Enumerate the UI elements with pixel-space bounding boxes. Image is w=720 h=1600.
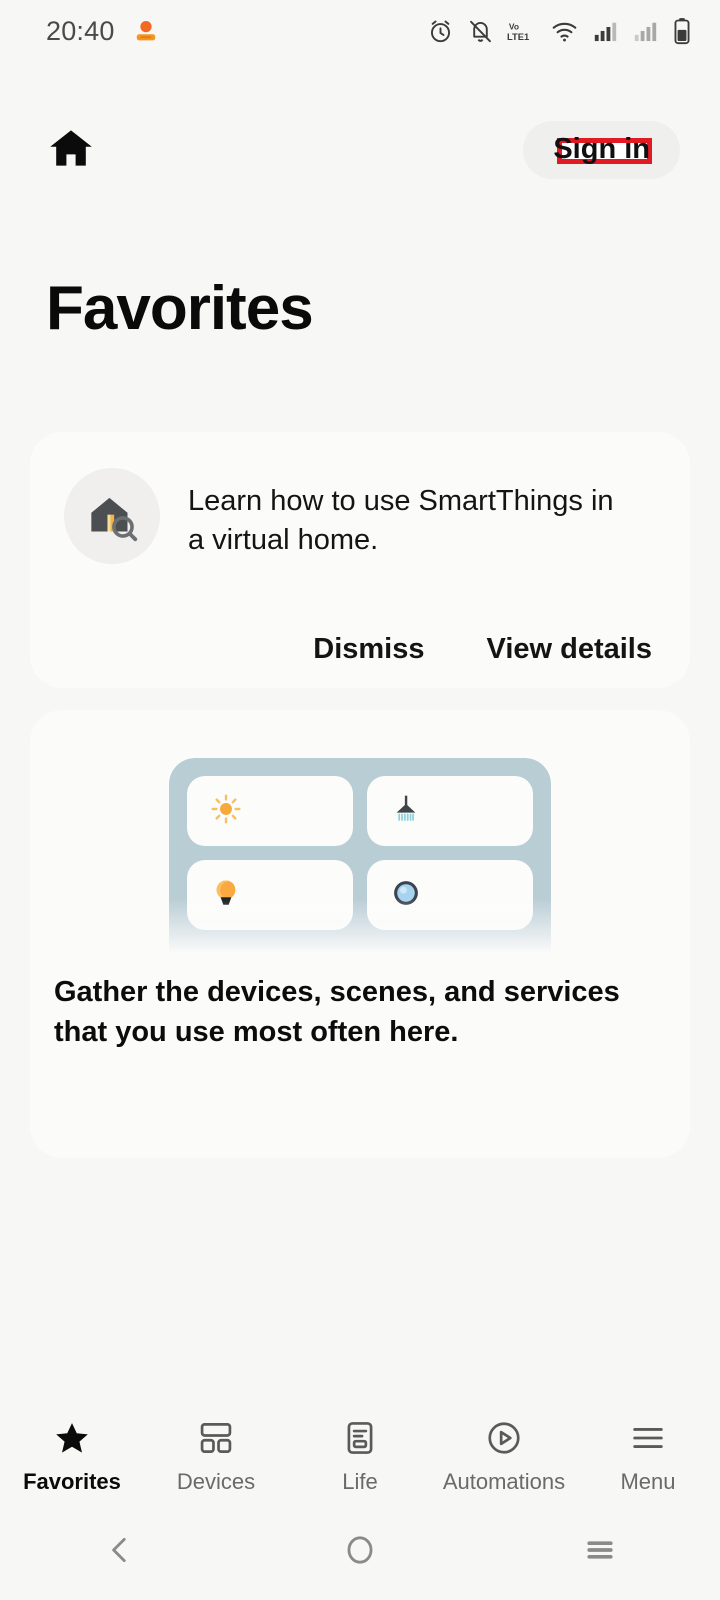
notification-orange-icon bbox=[133, 18, 159, 44]
tip-card-actions: Dismiss View details bbox=[313, 633, 652, 666]
sun-icon bbox=[209, 792, 243, 831]
alarm-icon bbox=[427, 18, 454, 45]
status-bar-clock: 20:40 bbox=[46, 15, 115, 46]
app-bar: Sign in bbox=[0, 100, 720, 200]
devices-grid-icon bbox=[197, 1419, 235, 1462]
system-recents-button[interactable] bbox=[480, 1533, 720, 1572]
tip-card-body: Learn how to use SmartThings in a virtua… bbox=[30, 432, 690, 564]
virtual-home-search-icon bbox=[64, 468, 160, 564]
bottom-navigation: Favorites Devices Life Automations Menu bbox=[0, 1408, 720, 1504]
illustration-panel bbox=[169, 758, 551, 953]
play-circle-icon bbox=[485, 1419, 523, 1462]
light-bulb-icon bbox=[209, 876, 243, 915]
svg-text:LTE1: LTE1 bbox=[507, 31, 529, 41]
nav-label-life: Life bbox=[342, 1469, 378, 1494]
system-back-button[interactable] bbox=[0, 1533, 240, 1572]
dismiss-button[interactable]: Dismiss bbox=[313, 633, 424, 666]
nav-item-life[interactable]: Life bbox=[288, 1419, 432, 1493]
life-card-icon bbox=[341, 1419, 379, 1462]
illustration-cell bbox=[187, 860, 353, 930]
illustration-cell bbox=[367, 860, 533, 930]
tip-card[interactable]: Learn how to use SmartThings in a virtua… bbox=[30, 432, 690, 688]
nav-label-automations: Automations bbox=[442, 1469, 566, 1494]
view-details-button[interactable]: View details bbox=[487, 633, 653, 666]
status-bar-left: 20:40 bbox=[46, 16, 159, 47]
star-icon bbox=[53, 1419, 91, 1462]
system-navigation-bar bbox=[0, 1504, 720, 1600]
phone-screen: 20:40 Vo LTE1 Sign in Favorites Learn ho… bbox=[0, 0, 720, 1600]
favorites-empty-caption: Gather the devices, scenes, and services… bbox=[54, 976, 620, 1049]
illustration-grid bbox=[187, 776, 533, 930]
home-button[interactable] bbox=[40, 119, 102, 181]
nav-label-favorites: Favorites bbox=[23, 1469, 121, 1494]
favorites-empty-card: Gather the devices, scenes, and services… bbox=[30, 710, 690, 1158]
home-icon bbox=[47, 124, 95, 177]
nav-item-automations[interactable]: Automations bbox=[432, 1419, 576, 1493]
sign-in-button[interactable]: Sign in bbox=[523, 121, 680, 179]
nav-label-devices: Devices bbox=[176, 1469, 256, 1494]
signal-sim1-icon bbox=[592, 18, 619, 45]
volte1-icon: Vo LTE1 bbox=[507, 18, 537, 45]
sign-in-label: Sign in bbox=[553, 133, 650, 166]
home-circle-icon bbox=[343, 1533, 377, 1572]
back-chevron-icon bbox=[103, 1533, 137, 1572]
recents-lines-icon bbox=[583, 1533, 617, 1572]
page-title: Favorites bbox=[46, 274, 314, 343]
illustration-cell bbox=[367, 776, 533, 846]
illustration-cell bbox=[187, 776, 353, 846]
mute-icon bbox=[467, 18, 494, 45]
system-home-button[interactable] bbox=[240, 1533, 480, 1572]
status-bar: 20:40 Vo LTE1 bbox=[0, 0, 720, 62]
hamburger-menu-icon bbox=[629, 1419, 667, 1462]
nav-item-favorites[interactable]: Favorites bbox=[0, 1419, 144, 1493]
sensor-button-icon bbox=[389, 876, 423, 915]
nav-label-menu: Menu bbox=[620, 1469, 676, 1494]
signal-sim2-icon bbox=[632, 18, 659, 45]
nav-item-menu[interactable]: Menu bbox=[576, 1419, 720, 1493]
svg-text:Vo: Vo bbox=[509, 21, 519, 31]
battery-icon bbox=[672, 17, 692, 45]
shower-head-icon bbox=[389, 792, 423, 831]
tip-card-message: Learn how to use SmartThings in a virtua… bbox=[188, 485, 614, 557]
status-bar-right: Vo LTE1 bbox=[427, 17, 692, 45]
nav-item-devices[interactable]: Devices bbox=[144, 1419, 288, 1493]
wifi-icon bbox=[550, 18, 579, 45]
favorites-illustration bbox=[30, 758, 690, 953]
